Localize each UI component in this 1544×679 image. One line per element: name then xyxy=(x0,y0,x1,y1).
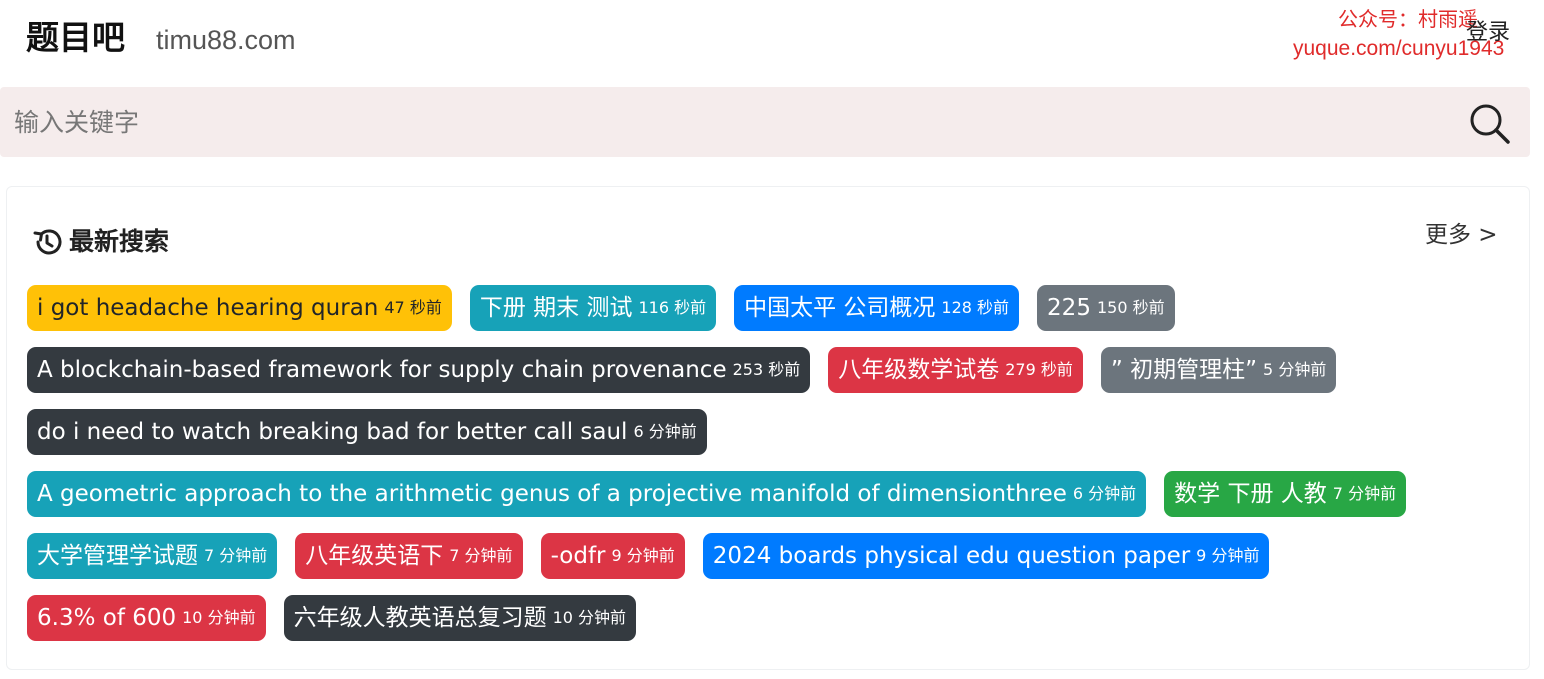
search-tag[interactable]: i got headache hearing quran 47 秒前 xyxy=(27,285,452,331)
search-tag-query: 225 xyxy=(1047,295,1091,321)
search-tag-query: 下册 期末 测试 xyxy=(479,295,633,321)
search-tag-query: A geometric approach to the arithmetic g… xyxy=(37,481,1067,507)
search-tag[interactable]: 数学 下册 人教 7 分钟前 xyxy=(1164,471,1407,517)
search-tag-time: 7 分钟前 xyxy=(449,546,513,565)
search-tag[interactable]: A blockchain-based framework for supply … xyxy=(27,347,811,393)
search-tag[interactable]: 中国太平 公司概况 128 秒前 xyxy=(734,285,1020,331)
search-tag-time: 253 秒前 xyxy=(732,360,801,379)
search-tag[interactable]: 大学管理学试题 7 分钟前 xyxy=(27,533,278,579)
search-tag-time: 5 分钟前 xyxy=(1263,360,1327,379)
search-tag[interactable]: ” 初期管理柱” 5 分钟前 xyxy=(1100,347,1337,393)
search-tag[interactable]: 六年级人教英语总复习题 10 分钟前 xyxy=(283,595,637,641)
tag-row: 6.3% of 600 10 分钟前 六年级人教英语总复习题 10 分钟前 xyxy=(27,595,1507,641)
recent-searches-panel: 最新搜索 更多 > i got headache hearing quran 47… xyxy=(6,186,1530,670)
search-tag-time: 6 分钟前 xyxy=(633,422,697,441)
search-tag-time: 10 分钟前 xyxy=(182,608,256,627)
site-logo-text[interactable]: 题目吧 xyxy=(26,16,125,60)
search-tag-query: 八年级英语下 xyxy=(305,543,444,569)
search-tag-time: 279 秒前 xyxy=(1005,360,1073,379)
search-tag[interactable]: 6.3% of 600 10 分钟前 xyxy=(27,595,266,641)
search-tag-query: 大学管理学试题 xyxy=(37,543,198,569)
search-tag[interactable]: 2024 boards physical edu question paper 9… xyxy=(702,533,1270,579)
search-input[interactable] xyxy=(14,99,1434,145)
search-tag[interactable]: do i need to watch breaking bad for bett… xyxy=(27,409,707,455)
search-tag-query: 六年级人教英语总复习题 xyxy=(293,605,547,631)
search-tag-query: 6.3% of 600 xyxy=(37,605,177,631)
search-tag[interactable]: 下册 期末 测试 116 秒前 xyxy=(469,285,717,331)
search-tag-time: 128 秒前 xyxy=(941,298,1010,317)
search-tag-query: i got headache hearing quran xyxy=(37,295,379,321)
search-tag-time: 6 分钟前 xyxy=(1072,484,1137,503)
search-tag-query: ” 初期管理柱” xyxy=(1110,357,1258,383)
search-tag[interactable]: 225 150 秒前 xyxy=(1037,285,1175,331)
history-icon xyxy=(33,229,62,255)
search-tag-time: 7 分钟前 xyxy=(204,546,268,565)
search-tag-time: 116 秒前 xyxy=(638,298,707,317)
search-tag-time: 9 分钟前 xyxy=(611,546,675,565)
search-tag-time: 10 分钟前 xyxy=(552,608,627,627)
search-tag-query: 八年级数学试卷 xyxy=(838,357,1000,383)
search-tag-time: 9 分钟前 xyxy=(1196,546,1260,565)
search-bar xyxy=(0,87,1530,157)
tag-row: 大学管理学试题 7 分钟前 八年级英语下 7 分钟前 -odfr 9 分钟前 2024 bo… xyxy=(27,533,1507,579)
search-tag-query: do i need to watch breaking bad for bett… xyxy=(37,419,628,445)
site-header: 题目吧 timu88.com 公众号：村雨遥 yuque.com/cunyu19… xyxy=(0,0,1544,84)
search-tag-query: -odfr xyxy=(550,543,606,569)
recent-search-tags: i got headache hearing quran 47 秒前 下册 期末 测… xyxy=(27,285,1507,657)
recent-searches-title: 最新搜索 xyxy=(69,227,170,256)
search-tag-query: 中国太平 公司概况 xyxy=(744,295,936,321)
tag-row: A blockchain-based framework for supply … xyxy=(27,347,1507,393)
login-link[interactable]: 登录 xyxy=(1466,18,1510,48)
tag-row: do i need to watch breaking bad for bett… xyxy=(27,409,1507,455)
search-icon xyxy=(1470,104,1510,144)
tag-row: A geometric approach to the arithmetic g… xyxy=(27,471,1507,517)
search-tag-query: 2024 boards physical edu question paper xyxy=(712,543,1191,569)
search-tag-time: 47 秒前 xyxy=(384,298,442,317)
tag-row: i got headache hearing quran 47 秒前 下册 期末 测… xyxy=(27,285,1507,331)
search-tag[interactable]: 八年级数学试卷 279 秒前 xyxy=(828,347,1083,393)
search-tag[interactable]: 八年级英语下 7 分钟前 xyxy=(295,533,523,579)
recent-searches-header: 最新搜索 xyxy=(31,225,169,259)
search-button[interactable] xyxy=(1464,100,1514,146)
search-tag-query: 数学 下册 人教 xyxy=(1174,481,1327,507)
search-tag[interactable]: -odfr 9 分钟前 xyxy=(540,533,685,579)
watermark-line-1: 公众号：村雨遥 xyxy=(1338,7,1478,31)
search-tag[interactable]: A geometric approach to the arithmetic g… xyxy=(27,471,1147,517)
search-tag-time: 150 秒前 xyxy=(1096,298,1165,317)
search-tag-time: 7 分钟前 xyxy=(1332,484,1397,503)
search-tag-query: A blockchain-based framework for supply … xyxy=(37,357,727,383)
more-link[interactable]: 更多 > xyxy=(1425,219,1498,251)
site-domain: timu88.com xyxy=(156,25,296,55)
